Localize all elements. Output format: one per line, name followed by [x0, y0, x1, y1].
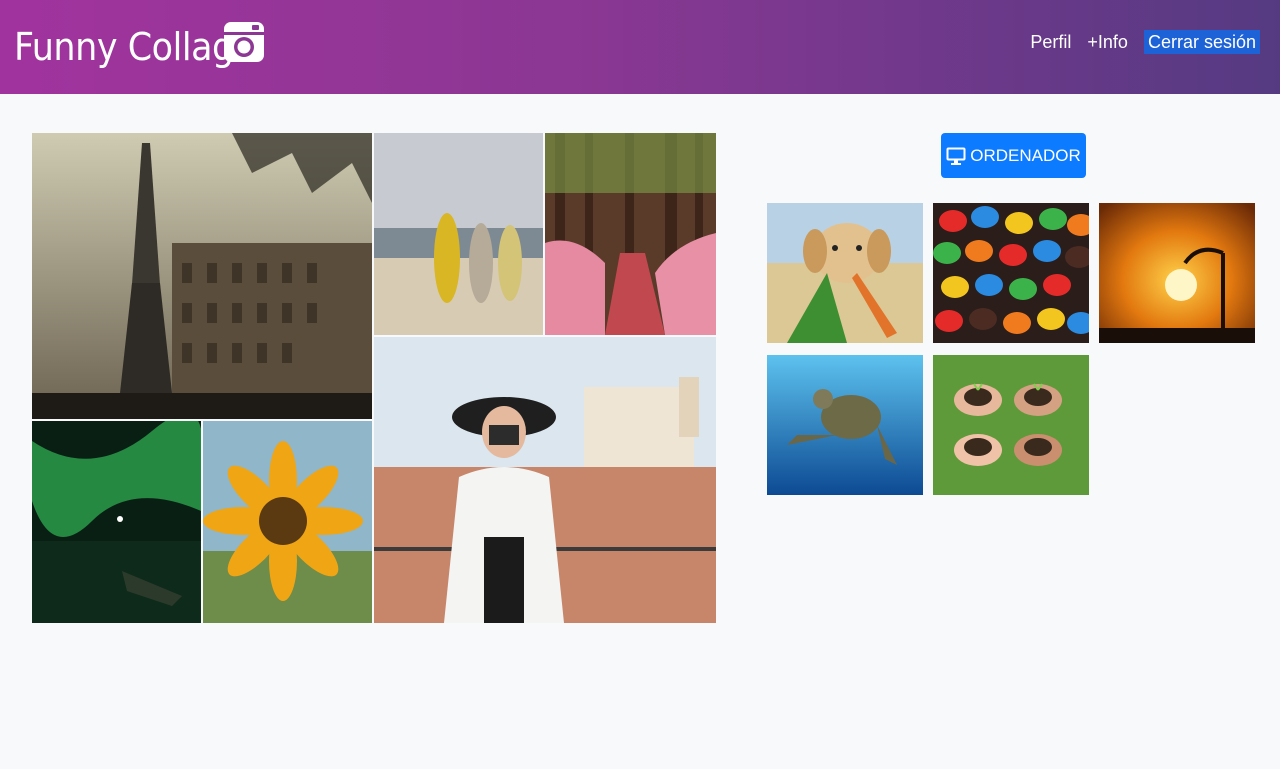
nav-link-logout[interactable]: Cerrar sesión — [1143, 30, 1260, 54]
collage-tile-forest[interactable] — [545, 133, 716, 335]
nav-links: Perfil +Info Cerrar sesión — [1014, 30, 1260, 54]
monitor-icon — [946, 146, 966, 166]
thumbnail-dog[interactable] — [767, 203, 923, 343]
collage-tile-surfboards[interactable] — [374, 133, 543, 335]
collage-canvas — [32, 133, 716, 623]
brand-title: Funny Collage — [14, 25, 255, 69]
brand-logo[interactable]: Funny Collage — [14, 16, 276, 78]
thumbnail-turtle[interactable] — [767, 355, 923, 495]
collage-tile-photographer[interactable] — [374, 337, 716, 623]
camera-icon — [222, 20, 266, 64]
navbar: Funny Collage Perfil +Info Cerrar sesión — [0, 0, 1280, 94]
collage-tile-sunflower[interactable] — [203, 421, 372, 623]
collage-tile-eiffel[interactable] — [32, 133, 372, 419]
thumbnail-candies[interactable] — [933, 203, 1089, 343]
thumbnail-plants[interactable] — [933, 355, 1089, 495]
sort-button-label: ORDENADOR — [970, 145, 1081, 165]
nav-link-info[interactable]: +Info — [1087, 30, 1128, 54]
thumbnail-sunset[interactable] — [1099, 203, 1255, 343]
sort-button[interactable]: ORDENADOR — [941, 133, 1086, 178]
nav-link-perfil[interactable]: Perfil — [1030, 30, 1071, 54]
collage-tile-aurora[interactable] — [32, 421, 201, 623]
